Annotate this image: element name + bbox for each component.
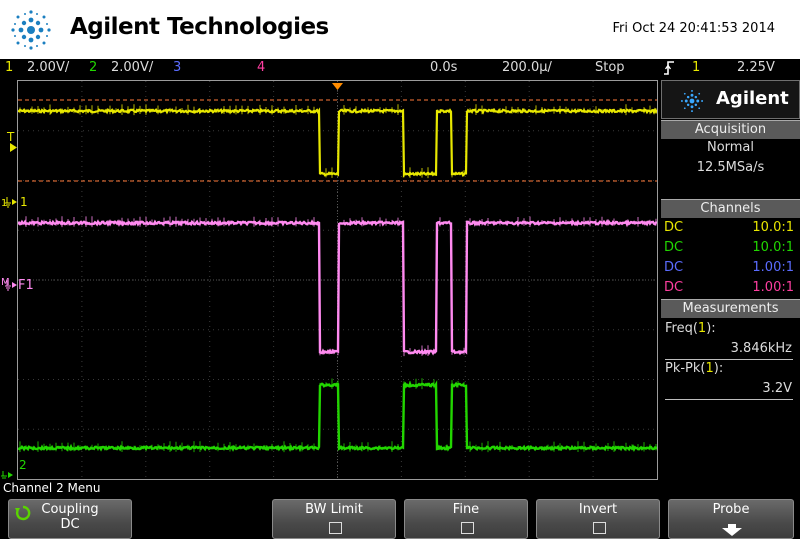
- ch4-number[interactable]: 4: [257, 60, 265, 75]
- acquisition-mode: Normal: [706, 140, 755, 155]
- trigger-level[interactable]: 2.25V: [737, 60, 775, 75]
- ch1-trace: [18, 107, 657, 178]
- ch4-coupling: DC: [664, 280, 684, 295]
- trigger-position-marker-icon[interactable]: [332, 79, 343, 93]
- freq-name: Freq(: [665, 321, 698, 336]
- waveform-display: [18, 81, 657, 479]
- horizontal-delay[interactable]: 0.0s: [430, 60, 457, 75]
- bw-limit-softkey[interactable]: BW Limit: [272, 499, 396, 539]
- probe-softkey[interactable]: Probe: [668, 499, 794, 539]
- function-ground-arrow-icon: [5, 280, 17, 297]
- invert-checkbox[interactable]: [593, 522, 606, 534]
- agilent-spark-small-icon: [680, 89, 704, 113]
- measurement-pkpk-value: 3.2V: [762, 381, 792, 396]
- run-state[interactable]: Stop: [595, 60, 625, 75]
- freq-source: 1: [697, 321, 707, 336]
- header-bar: Agilent Technologies Fri Oct 24 20:41:53…: [0, 0, 800, 59]
- ch3-probe-ratio: 1.00:1: [752, 260, 794, 275]
- measurements-section-title[interactable]: Measurements: [661, 299, 800, 318]
- menu-title: Channel 2 Menu: [3, 481, 101, 495]
- acquisition-sample-rate: 12.5MSa/s: [696, 160, 765, 175]
- softkey-bar: Coupling DC BW Limit Fine Invert Probe: [0, 498, 800, 539]
- trigger-source[interactable]: 1: [692, 60, 700, 75]
- ch1-probe-ratio: 10.0:1: [752, 220, 794, 235]
- channels-section-title[interactable]: Channels: [661, 199, 800, 218]
- side-panel: Agilent Acquisition Normal 12.5MSa/s Cha…: [661, 80, 800, 480]
- acquisition-section-title[interactable]: Acquisition: [661, 120, 800, 139]
- ch1-scale[interactable]: 2.00V/: [27, 60, 69, 75]
- bw-limit-checkbox[interactable]: [329, 522, 342, 534]
- rotate-knob-icon: [15, 505, 31, 525]
- waveform-graticule[interactable]: [17, 80, 658, 480]
- agilent-logo-box: Agilent: [661, 80, 800, 119]
- freq-close: ):: [706, 321, 716, 336]
- invert-softkey[interactable]: Invert: [536, 499, 660, 539]
- agilent-side-brand: Agilent: [716, 88, 789, 109]
- ch1-number[interactable]: 1: [5, 60, 13, 75]
- fine-label: Fine: [452, 502, 480, 517]
- ch2-coupling: DC: [664, 240, 684, 255]
- agilent-spark-logo-icon: [11, 10, 51, 50]
- fine-softkey[interactable]: Fine: [404, 499, 528, 539]
- ch4-probe-ratio: 1.00:1: [752, 280, 794, 295]
- submenu-arrow-down-icon: [722, 524, 742, 539]
- measurement-freq-label: Freq(1):: [665, 321, 716, 336]
- waveform-traces: [18, 104, 657, 453]
- fine-checkbox[interactable]: [461, 522, 474, 534]
- ch2-marker-label[interactable]: 2: [19, 458, 27, 472]
- trigger-level-arrow-icon: [10, 141, 17, 155]
- ch1-coupling: DC: [664, 220, 684, 235]
- measurement-divider-2: [665, 399, 793, 400]
- invert-label: Invert: [578, 502, 618, 517]
- measurement-divider: [665, 359, 793, 360]
- coupling-softkey[interactable]: Coupling DC: [8, 499, 132, 539]
- pkpk-name: Pk-Pk(: [665, 361, 706, 376]
- ch2-number[interactable]: 2: [89, 60, 97, 75]
- ch2-probe-ratio: 10.0:1: [752, 240, 794, 255]
- pkpk-close: ):: [713, 361, 724, 376]
- status-bar: 1 2.00V/ 2 2.00V/ 3 4 0.0s 200.0µ/ Stop …: [0, 59, 800, 79]
- measurement-freq-value: 3.846kHz: [730, 341, 792, 356]
- ch3-coupling: DC: [664, 260, 684, 275]
- timebase-scale[interactable]: 200.0µ/: [502, 60, 552, 75]
- rising-edge-trigger-icon: [663, 59, 675, 81]
- function-f1-label: F1: [18, 278, 34, 293]
- ch3-number[interactable]: 3: [173, 60, 181, 75]
- datetime-display: Fri Oct 24 20:41:53 2014: [612, 21, 775, 36]
- probe-label: Probe: [712, 502, 750, 517]
- ch2-scale[interactable]: 2.00V/: [111, 60, 153, 75]
- ch2-trace: [18, 380, 657, 453]
- measurement-pkpk-label: Pk-Pk(1):: [665, 361, 723, 376]
- brand-title: Agilent Technologies: [70, 14, 329, 40]
- ch1-marker-text: 1: [20, 195, 28, 209]
- pkpk-source: 1: [705, 361, 714, 376]
- ch1-ground-arrow-icon: [5, 197, 17, 214]
- bw-limit-label: BW Limit: [305, 502, 363, 517]
